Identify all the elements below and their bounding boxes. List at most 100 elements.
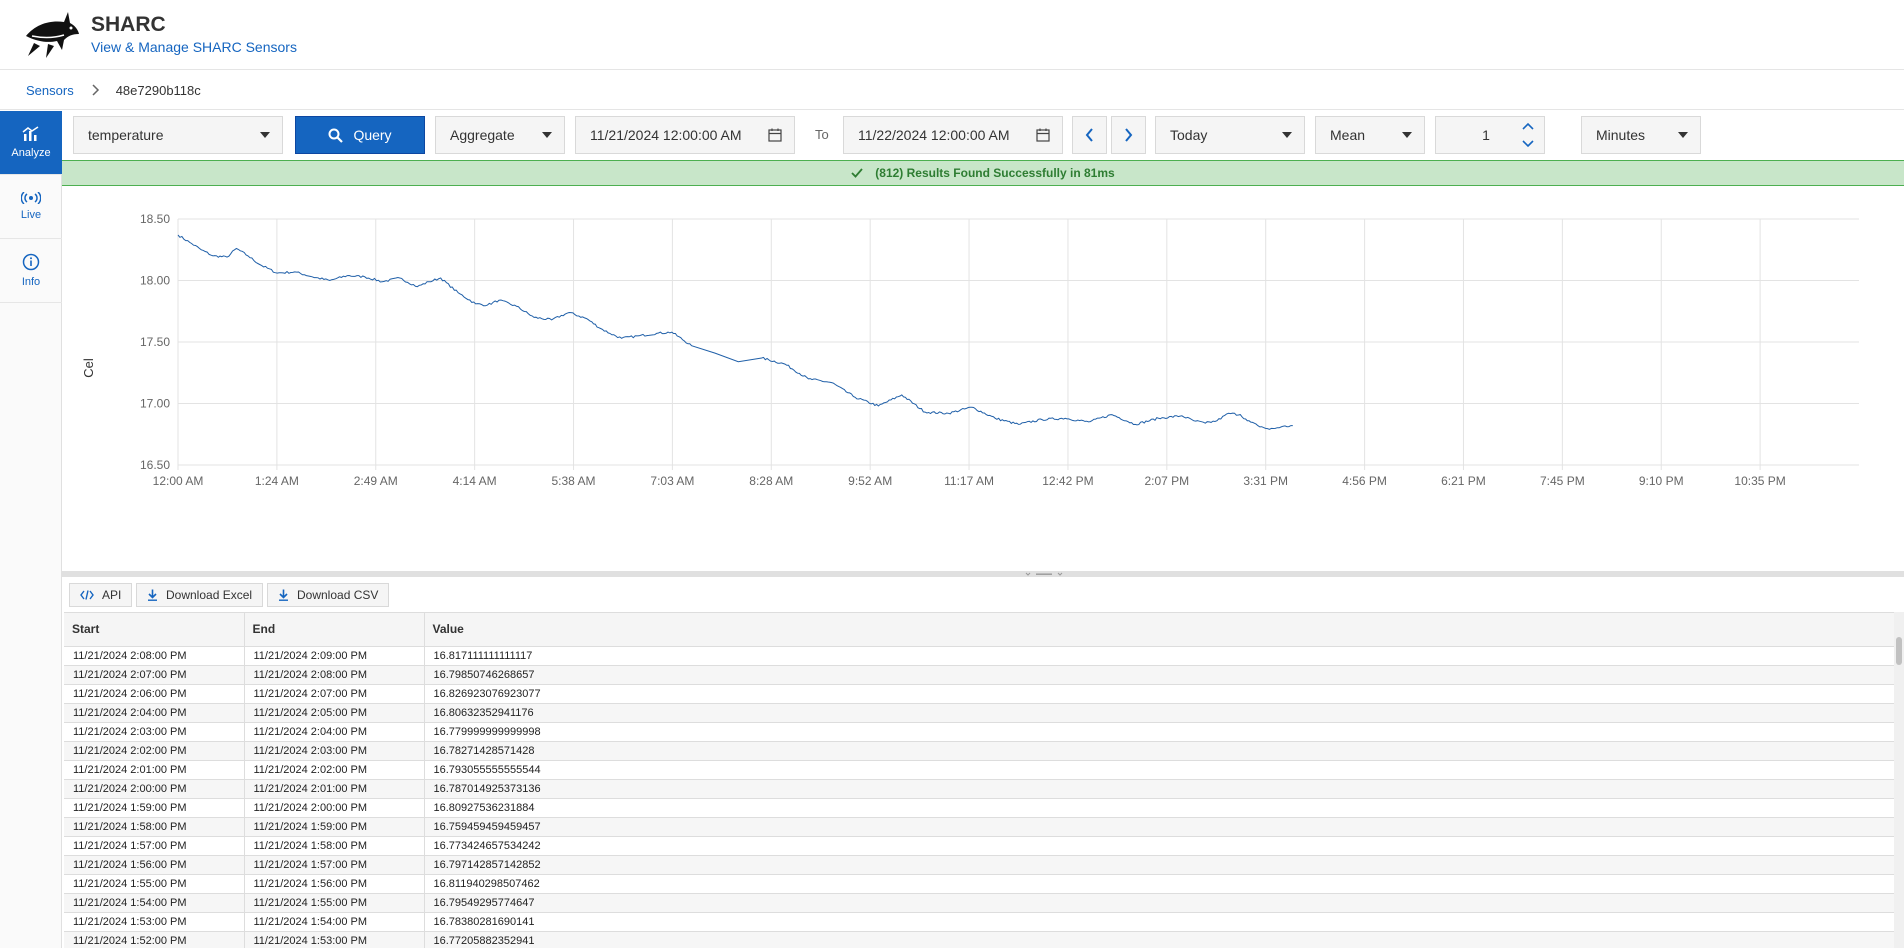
range-select[interactable]: Today <box>1155 116 1305 154</box>
interval-unit-select[interactable]: Minutes <box>1581 116 1701 154</box>
breadcrumb: Sensors 48e7290b118c <box>0 71 1904 110</box>
code-icon <box>80 590 94 600</box>
y-tick-label: 17.00 <box>140 397 170 411</box>
cell-value: 16.80927536231884 <box>424 798 1894 818</box>
caret-down-icon <box>1402 132 1412 138</box>
download-icon <box>279 589 288 601</box>
chevron-right-icon <box>1125 128 1133 142</box>
status-banner: (812) Results Found Successfully in 81ms <box>62 160 1904 186</box>
table-row[interactable]: 11/21/2024 2:04:00 PM 11/21/2024 2:05:00 … <box>64 703 1894 723</box>
cell-start: 11/21/2024 1:54:00 PM <box>64 893 245 913</box>
line-chart[interactable]: 18.50 18.00 17.50 17.00 16.50 12:00 AM 1:24 A… <box>62 190 1904 570</box>
query-button[interactable]: Query <box>295 116 425 154</box>
table-row[interactable]: 11/21/2024 1:53:00 PM 11/21/2024 1:54:00 … <box>64 912 1894 932</box>
caret-down-icon <box>1678 132 1688 138</box>
interval-unit-value: Minutes <box>1596 127 1646 143</box>
aggregate-function-value: Mean <box>1330 127 1366 143</box>
breadcrumb-sensors-link[interactable]: Sensors <box>26 83 74 98</box>
next-range-button[interactable] <box>1111 116 1146 154</box>
table-row[interactable]: 11/21/2024 2:08:00 PM 11/21/2024 2:09:00 … <box>64 646 1894 666</box>
sidebar-item-info[interactable]: Info <box>0 239 62 303</box>
table-row[interactable]: 11/21/2024 1:56:00 PM 11/21/2024 1:57:00 … <box>64 855 1894 875</box>
download-excel-button[interactable]: Download Excel <box>136 583 264 607</box>
x-tick-label: 11:17 AM <box>944 474 994 488</box>
download-csv-label: Download CSV <box>297 588 379 602</box>
download-csv-button[interactable]: Download CSV <box>267 583 390 607</box>
column-header-end[interactable]: End <box>244 613 425 647</box>
chevron-down-icon[interactable] <box>1512 135 1544 153</box>
api-button[interactable]: API <box>69 583 133 607</box>
cell-value: 16.78271428571428 <box>424 741 1894 761</box>
cell-value: 16.787014925373136 <box>424 779 1894 799</box>
from-datetime-input[interactable]: 11/21/2024 12:00:00 AM <box>575 116 795 154</box>
table-row[interactable]: 11/21/2024 1:54:00 PM 11/21/2024 1:55:00 … <box>64 893 1894 913</box>
chevron-up-icon[interactable] <box>1512 117 1544 135</box>
cell-end: 11/21/2024 2:05:00 PM <box>244 703 425 723</box>
shark-logo-icon[interactable] <box>24 10 80 60</box>
table-row[interactable]: 11/21/2024 1:52:00 PM 11/21/2024 1:53:00 … <box>64 931 1894 948</box>
cell-value: 16.797142857142852 <box>424 855 1894 875</box>
to-datetime-input[interactable]: 11/22/2024 12:00:00 AM <box>843 116 1063 154</box>
x-tick-label: 5:38 AM <box>552 474 596 488</box>
cell-value: 16.79549295774647 <box>424 893 1894 913</box>
cell-start: 11/21/2024 2:02:00 PM <box>64 741 245 761</box>
interval-stepper[interactable]: 1 <box>1435 116 1545 154</box>
cell-end: 11/21/2024 1:54:00 PM <box>244 912 425 932</box>
cell-value: 16.79850746268657 <box>424 665 1894 685</box>
table-row[interactable]: 11/21/2024 2:00:00 PM 11/21/2024 2:01:00 … <box>64 779 1894 799</box>
cell-end: 11/21/2024 2:07:00 PM <box>244 684 425 704</box>
table-row[interactable]: 11/21/2024 2:06:00 PM 11/21/2024 2:07:00 … <box>64 684 1894 704</box>
table-row[interactable]: 11/21/2024 2:03:00 PM 11/21/2024 2:04:00 … <box>64 722 1894 742</box>
results-table[interactable]: Start End Value 11/21/2024 2:08:00 PM 11/… <box>64 612 1894 948</box>
x-tick-label: 6:21 PM <box>1441 474 1486 488</box>
cell-start: 11/21/2024 1:53:00 PM <box>64 912 245 932</box>
mode-value: Aggregate <box>450 127 515 143</box>
cell-start: 11/21/2024 2:04:00 PM <box>64 703 245 723</box>
query-button-label: Query <box>353 127 392 143</box>
range-value: Today <box>1170 127 1208 143</box>
column-header-value[interactable]: Value <box>424 613 1894 647</box>
table-row[interactable]: 11/21/2024 1:57:00 PM 11/21/2024 1:58:00 … <box>64 836 1894 856</box>
cell-value: 16.811940298507462 <box>424 874 1894 894</box>
query-toolbar: temperature Query Aggregate 11/21/2024 1… <box>62 111 1904 160</box>
app-title: SHARC <box>91 13 166 36</box>
cell-start: 11/21/2024 2:01:00 PM <box>64 760 245 780</box>
table-row[interactable]: 11/21/2024 2:07:00 PM 11/21/2024 2:08:00 … <box>64 665 1894 685</box>
cell-start: 11/21/2024 2:00:00 PM <box>64 779 245 799</box>
x-tick-label: 12:42 PM <box>1042 474 1093 488</box>
cell-start: 11/21/2024 1:57:00 PM <box>64 836 245 856</box>
table-header-row: Start End Value <box>64 613 1894 647</box>
download-icon <box>148 589 157 601</box>
table-row[interactable]: 11/21/2024 2:02:00 PM 11/21/2024 2:03:00 … <box>64 741 1894 761</box>
cell-end: 11/21/2024 2:08:00 PM <box>244 665 425 685</box>
broadcast-icon <box>21 192 41 204</box>
previous-range-button[interactable] <box>1072 116 1107 154</box>
calendar-icon[interactable] <box>768 128 782 142</box>
table-row[interactable]: 11/21/2024 1:55:00 PM 11/21/2024 1:56:00 … <box>64 874 1894 894</box>
caret-down-icon <box>260 132 270 138</box>
table-row[interactable]: 11/21/2024 1:59:00 PM 11/21/2024 2:00:00 … <box>64 798 1894 818</box>
cell-value: 16.77205882352941 <box>424 931 1894 948</box>
cell-end: 11/21/2024 2:00:00 PM <box>244 798 425 818</box>
cell-end: 11/21/2024 1:57:00 PM <box>244 855 425 875</box>
grid-toolbar: API Download Excel Download CSV <box>62 578 1904 612</box>
table-row[interactable]: 11/21/2024 2:01:00 PM 11/21/2024 2:02:00 … <box>64 760 1894 780</box>
y-axis: 18.50 18.00 17.50 17.00 16.50 <box>140 212 170 472</box>
cell-start: 11/21/2024 1:55:00 PM <box>64 874 245 894</box>
sidebar-item-live[interactable]: Live <box>0 175 62 239</box>
aggregate-function-select[interactable]: Mean <box>1315 116 1425 154</box>
y-axis-label: Cel <box>81 358 96 378</box>
mode-select[interactable]: Aggregate <box>435 116 565 154</box>
measurement-select[interactable]: temperature <box>73 116 283 154</box>
table-row[interactable]: 11/21/2024 1:58:00 PM 11/21/2024 1:59:00 … <box>64 817 1894 837</box>
chevron-left-icon <box>1085 128 1093 142</box>
x-tick-label: 4:14 AM <box>453 474 497 488</box>
sidebar-item-label: Info <box>21 276 41 288</box>
drag-handle-icon[interactable] <box>1024 572 1064 576</box>
scrollbar-thumb[interactable] <box>1896 637 1902 665</box>
calendar-icon[interactable] <box>1036 128 1050 142</box>
column-header-start[interactable]: Start <box>64 613 245 647</box>
panel-splitter[interactable] <box>62 571 1904 577</box>
sidebar-item-analyze[interactable]: Analyze <box>0 111 62 175</box>
table-scrollbar[interactable] <box>1894 612 1904 948</box>
